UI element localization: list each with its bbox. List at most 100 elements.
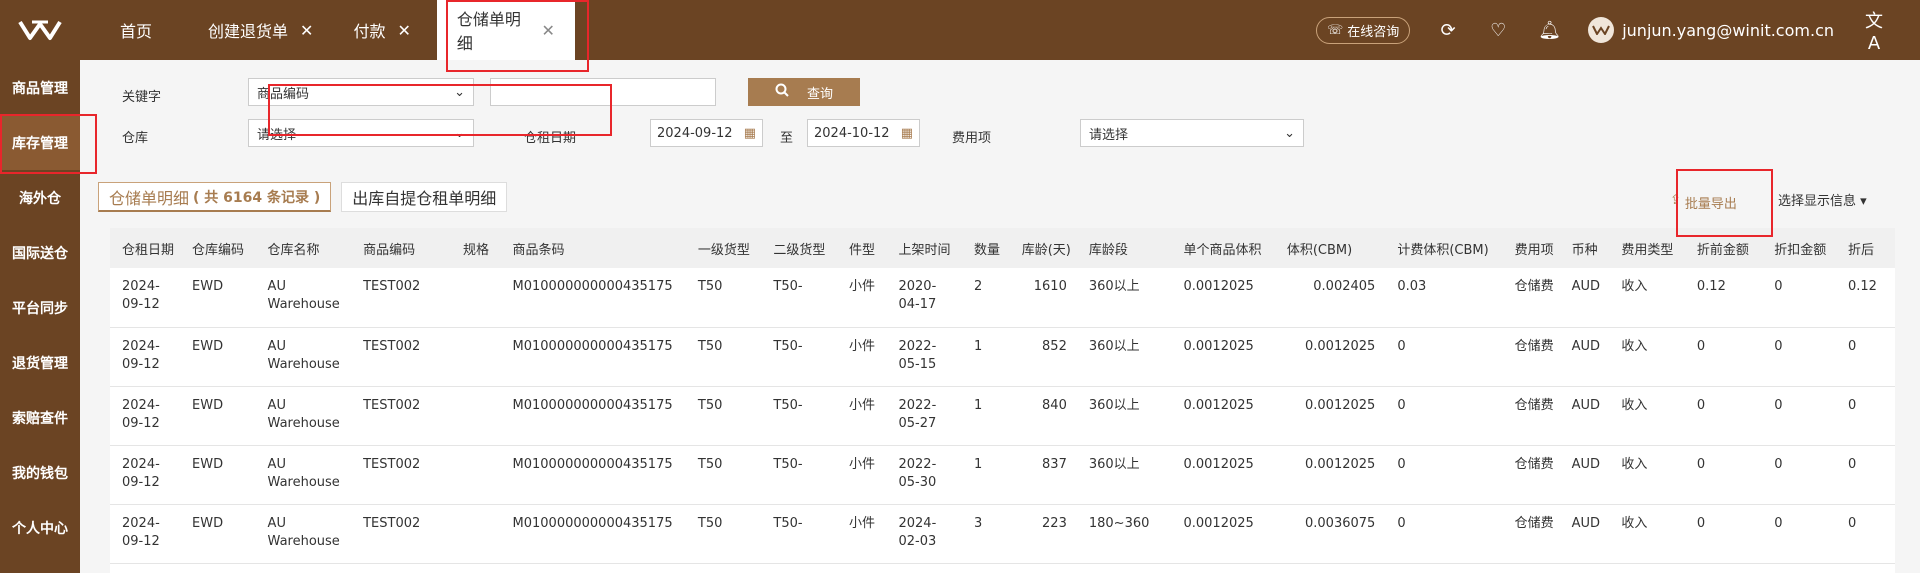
column-header[interactable]: 单个商品体积: [1171, 228, 1275, 268]
sidebar-item-label: 库存管理: [12, 135, 68, 152]
close-icon[interactable]: ✕: [541, 21, 554, 40]
keyword-type-select[interactable]: 商品编码 ⌄: [248, 78, 474, 106]
tab-home[interactable]: 首页: [80, 0, 172, 60]
keyword-type-value: 商品编码: [257, 86, 310, 102]
table-cell-wh-code: EWD: [180, 327, 256, 387]
logo[interactable]: [0, 0, 80, 60]
sidebar-item-claims[interactable]: 索赔查件: [0, 390, 80, 445]
tab-create-return[interactable]: 创建退货单 ✕: [172, 0, 333, 60]
column-header[interactable]: 计费体积(CBM): [1385, 228, 1503, 268]
table-row[interactable]: 2024- 09-12 EWD AU Warehouse TEST002 M010000…: [110, 327, 1895, 387]
table-row[interactable]: 2024- 09-12 EWD AU Warehouse TEST002 M010000…: [110, 386, 1895, 446]
table-cell-cur: AUD: [1559, 386, 1610, 446]
column-header[interactable]: 件型: [836, 228, 887, 268]
table-cell-wh-code: EWD: [180, 445, 256, 505]
keyword-input[interactable]: [490, 78, 716, 106]
table-cell-age-seg: 360以上: [1076, 327, 1172, 387]
table-cell-wh-code: EWD: [180, 386, 256, 446]
table-cell-pre: 0: [1684, 386, 1763, 446]
table-cell-shelf: 2022- 05-30: [886, 445, 963, 505]
table-row[interactable]: 2024- 09-12 EWD AU Warehouse TEST002 M010000…: [110, 504, 1895, 564]
shield-icon[interactable]: ♡: [1488, 20, 1508, 41]
column-header[interactable]: 币种: [1559, 228, 1610, 268]
column-header[interactable]: 上架时间: [886, 228, 963, 268]
column-header[interactable]: 体积(CBM): [1274, 228, 1386, 268]
chevron-down-icon: ⌄: [454, 125, 465, 141]
subtab-storage-detail[interactable]: 仓储单明细 ( 共 6164 条记录 ): [98, 182, 332, 212]
table-cell-fee: 仓储费: [1502, 445, 1560, 505]
column-header[interactable]: 折后: [1835, 228, 1895, 268]
consult-label: 在线咨询: [1347, 24, 1400, 40]
column-header[interactable]: 二级货型: [761, 228, 837, 268]
bell-icon[interactable]: 🔔︎: [1538, 20, 1561, 41]
warehouse-select[interactable]: 请选择 ⌄: [248, 119, 474, 147]
table-cell-vol: 0.0012025: [1274, 386, 1386, 446]
table-row[interactable]: 2024- 09-12 EWD AU Warehouse TEST002 M010000…: [110, 445, 1895, 505]
column-header[interactable]: 折扣金额: [1762, 228, 1836, 268]
fee-item-value: 请选择: [1089, 127, 1129, 143]
column-header[interactable]: 库龄段: [1076, 228, 1172, 268]
table-cell-t1: T50: [685, 327, 762, 387]
date-to-picker[interactable]: 2024-10-12 ▦: [807, 119, 920, 147]
column-header[interactable]: 仓库编码: [180, 228, 256, 268]
column-header[interactable]: 费用项: [1502, 228, 1560, 268]
table-row[interactable]: 2024- 09-12 EWD AU Warehouse TEST002 M010000…: [110, 268, 1895, 328]
table-body: 2024- 09-12 EWD AU Warehouse TEST002 M010000…: [110, 268, 1895, 564]
table-cell-fee-type: 收入: [1609, 327, 1685, 387]
search-button[interactable]: 查询: [748, 78, 860, 106]
sidebar-item-product[interactable]: 商品管理: [0, 60, 80, 115]
date-from-picker[interactable]: 2024-09-12 ▦: [650, 119, 763, 147]
fee-item-select[interactable]: 请选择 ⌄: [1080, 119, 1304, 147]
column-header[interactable]: 折前金额: [1684, 228, 1763, 268]
sidebar-item-label: 索赔查件: [12, 410, 68, 427]
record-count: ( 共 6164 条记录 ): [193, 189, 321, 206]
table-cell-date: 2024- 09-12: [110, 327, 181, 387]
sidebar-item-wallet[interactable]: 我的钱包: [0, 445, 80, 500]
show-info-label: 选择显示信息: [1778, 194, 1857, 209]
sidebar-item-inventory[interactable]: 库存管理: [0, 115, 80, 170]
tab-payment[interactable]: 付款 ✕: [333, 0, 430, 60]
table-cell-bill-vol: 0: [1385, 504, 1503, 564]
subtab-pickup-rent-detail[interactable]: 出库自提仓租单明细: [341, 182, 508, 212]
table-cell-wh-name: AU Warehouse: [255, 268, 352, 328]
tab-storage-detail[interactable]: 仓储单明细 ✕: [436, 0, 575, 60]
table-cell-vol: 0.002405: [1274, 268, 1386, 328]
sidebar-item-intl-delivery[interactable]: 国际送仓: [0, 225, 80, 280]
column-header[interactable]: 库龄(天): [1009, 228, 1077, 268]
sidebar-item-overseas-warehouse[interactable]: 海外仓: [0, 170, 80, 225]
column-header[interactable]: 商品条码: [500, 228, 686, 268]
table-cell-pre: 0: [1684, 445, 1763, 505]
sidebar-item-returns[interactable]: 退货管理: [0, 335, 80, 390]
warehouse-label: 仓库: [122, 131, 149, 146]
translate-icon[interactable]: 文A: [1864, 7, 1884, 54]
caret-down-icon: ▾: [1860, 194, 1867, 209]
batch-export-button[interactable]: ⇪ 批量导出: [1670, 193, 1737, 212]
column-header[interactable]: 仓租日期: [110, 228, 181, 268]
sidebar-item-profile[interactable]: 个人中心: [0, 500, 80, 555]
display-columns-dropdown[interactable]: 选择显示信息 ▾: [1778, 190, 1867, 209]
user-menu[interactable]: junjun.yang@winit.com.cn: [1588, 17, 1834, 43]
table-cell-fee-type: 收入: [1609, 445, 1685, 505]
sidebar-item-platform-sync[interactable]: 平台同步: [0, 280, 80, 335]
close-icon[interactable]: ✕: [300, 21, 313, 40]
storage-detail-table: 仓租日期 仓库编码 仓库名称 商品编码 规格 商品条码 一级货型 二级货型 件型…: [110, 228, 1895, 573]
column-header[interactable]: 一级货型: [685, 228, 762, 268]
table-cell-age-seg: 360以上: [1076, 445, 1172, 505]
column-header[interactable]: 规格: [450, 228, 501, 268]
column-header[interactable]: 商品编码: [351, 228, 451, 268]
date-from-value: 2024-09-12: [657, 125, 733, 141]
column-header[interactable]: 数量: [962, 228, 1010, 268]
column-header[interactable]: 仓库名称: [255, 228, 352, 268]
table-cell-fee-type: 收入: [1609, 504, 1685, 564]
table-cell-pre: 0: [1684, 504, 1763, 564]
table-cell-barcode: M010000000000435175: [500, 327, 686, 387]
tab-label: 创建退货单: [208, 22, 289, 41]
export-label: 批量导出: [1684, 197, 1737, 212]
table-cell-barcode: M010000000000435175: [500, 386, 686, 446]
column-header[interactable]: 费用类型: [1609, 228, 1685, 268]
table-cell-age: 223: [1009, 504, 1077, 564]
online-consult-button[interactable]: ☏ 在线咨询: [1315, 16, 1411, 44]
filter-row-2: 仓库 请选择 ⌄ 仓租日期 2024-09-12 ▦ 至 2024-10-12 …: [80, 115, 1880, 155]
close-icon[interactable]: ✕: [397, 21, 410, 40]
refresh-icon[interactable]: ⟳: [1438, 20, 1458, 41]
